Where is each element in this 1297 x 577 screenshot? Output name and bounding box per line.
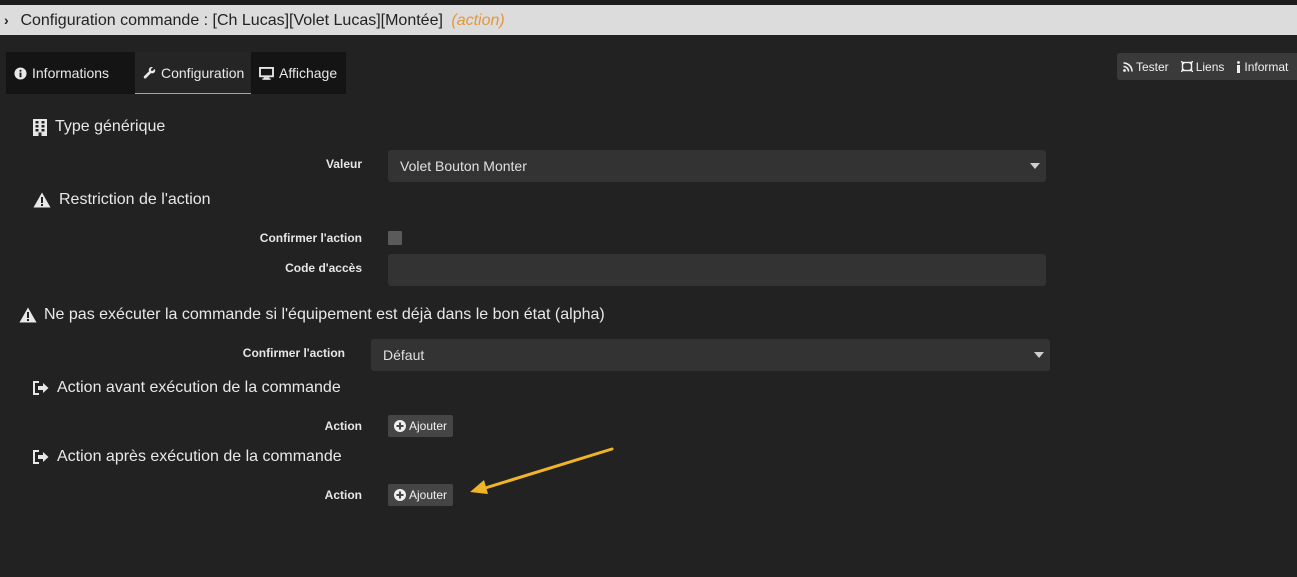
generic-type-select[interactable]: Volet Bouton Monter — [388, 150, 1046, 182]
section-heading: Type générique — [55, 118, 166, 135]
chevron-right-icon[interactable]: › — [4, 5, 16, 35]
alpha-confirm-label: Confirmer l'action — [242, 346, 345, 360]
info-icon — [1237, 60, 1241, 73]
confirm-action-checkbox[interactable] — [388, 231, 402, 245]
caret-down-icon — [1030, 163, 1040, 169]
tab-affichage[interactable]: Affichage — [251, 52, 346, 94]
action-after-label: Action — [324, 488, 362, 502]
page-title: Configuration commande : [Ch Lucas][Vole… — [20, 12, 443, 29]
toolbar-right: Tester Liens Informat — [1117, 53, 1297, 80]
wrench-icon — [143, 66, 156, 79]
tester-label: Tester — [1136, 59, 1169, 74]
action-before-label: Action — [324, 419, 362, 433]
add-label: Ajouter — [409, 419, 448, 433]
plus-circle-icon — [394, 489, 406, 501]
tab-informations[interactable]: Informations — [6, 52, 135, 94]
add-label: Ajouter — [409, 488, 448, 502]
add-action-after-button[interactable]: Ajouter — [388, 484, 454, 506]
tab-bar: Informations Configuration Affichage — [6, 52, 346, 94]
section-heading: Action avant exécution de la commande — [57, 379, 341, 396]
plus-circle-icon — [394, 420, 406, 432]
tab-label: Configuration — [161, 64, 245, 81]
tester-button[interactable]: Tester — [1117, 60, 1175, 74]
section-heading: Restriction de l'action — [59, 191, 211, 208]
section-restriction: Restriction de l'action — [33, 189, 211, 211]
tab-label: Informations — [32, 65, 110, 81]
access-code-label: Code d'accès — [285, 261, 362, 275]
select-value: Volet Bouton Monter — [400, 158, 527, 174]
title-bar[interactable]: › Configuration commande : [Ch Lucas][Vo… — [0, 5, 1297, 35]
liens-button[interactable]: Liens — [1175, 60, 1231, 74]
add-action-before-button[interactable]: Ajouter — [388, 415, 454, 437]
sign-out-icon — [33, 381, 49, 395]
sign-out-icon — [33, 450, 49, 464]
command-type: (action) — [451, 12, 505, 29]
tab-configuration[interactable]: Configuration — [135, 52, 251, 94]
info-circle-icon — [14, 66, 27, 80]
section-action-before: Action avant exécution de la commande — [33, 377, 341, 399]
alpha-confirm-select[interactable]: Défaut — [371, 339, 1050, 371]
section-generic-type: Type générique — [33, 116, 165, 138]
confirm-action-label: Confirmer l'action — [259, 231, 362, 245]
building-icon — [33, 118, 47, 136]
section-alpha: Ne pas exécuter la commande si l'équipem… — [19, 304, 605, 326]
tab-label: Affichage — [279, 65, 338, 81]
informations-label: Informat — [1244, 59, 1289, 74]
links-icon — [1180, 61, 1193, 72]
access-code-input[interactable] — [388, 254, 1046, 286]
warning-icon — [19, 307, 37, 323]
informations-button[interactable]: Informat — [1230, 60, 1294, 74]
select-value: Défaut — [383, 347, 425, 363]
section-heading: Action après exécution de la commande — [57, 448, 342, 465]
monitor-icon — [259, 66, 274, 80]
caret-down-icon — [1034, 352, 1044, 358]
section-heading: Ne pas exécuter la commande si l'équipem… — [44, 306, 605, 323]
liens-label: Liens — [1195, 59, 1225, 74]
rss-icon — [1123, 61, 1133, 72]
annotation-arrow-icon — [470, 447, 614, 494]
section-action-after: Action après exécution de la commande — [33, 446, 342, 468]
warning-icon — [33, 192, 51, 208]
valeur-label: Valeur — [325, 157, 362, 171]
